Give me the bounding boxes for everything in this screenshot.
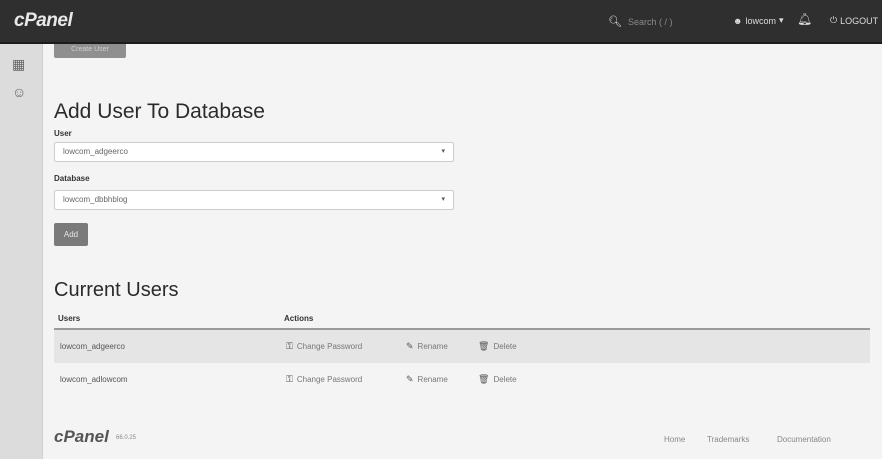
pencil-icon: ✎ bbox=[406, 374, 414, 384]
cpanel-logo[interactable]: cPanel bbox=[14, 10, 73, 32]
search-icon: 🔍︎ bbox=[608, 16, 622, 28]
notifications-bell-icon[interactable]: 🔔︎ bbox=[797, 12, 812, 26]
change-password-label: Change Password bbox=[296, 375, 363, 384]
top-bar: cPanel 🔍︎ Search ( / ) ☻ lowcom ▾ 🔔︎ ⏻︎ … bbox=[0, 0, 882, 44]
chevron-down-icon: ▾ bbox=[441, 196, 445, 203]
users-icon[interactable]: ☺ bbox=[12, 84, 26, 100]
footer-link-trademarks[interactable]: Trademarks bbox=[707, 435, 749, 444]
chevron-down-icon: ▾ bbox=[779, 15, 784, 25]
current-users-title: Current Users bbox=[54, 279, 179, 301]
logout-label: LOGOUT bbox=[840, 15, 879, 26]
delete-label: Delete bbox=[493, 342, 517, 351]
footer-cpanel-logo[interactable]: cPanel bbox=[54, 427, 109, 447]
table-header: Users Actions bbox=[54, 310, 870, 330]
search-placeholder[interactable]: Search ( / ) bbox=[628, 17, 673, 27]
power-icon: ⏻︎ bbox=[830, 15, 838, 25]
user-name-cell: lowcom_adlowcom bbox=[60, 375, 128, 384]
footer-link-home[interactable]: Home bbox=[664, 435, 685, 444]
main-content: Create User Add User To Database User lo… bbox=[42, 44, 882, 459]
key-icon: ⚿︎ bbox=[286, 341, 293, 351]
rename-label: Rename bbox=[417, 375, 448, 384]
sidebar: ▦ ☺ bbox=[0, 44, 43, 459]
change-password-link[interactable]: ⚿︎ Change Password bbox=[286, 374, 362, 385]
change-password-label: Change Password bbox=[296, 342, 363, 351]
user-menu[interactable]: ☻ lowcom ▾ bbox=[733, 15, 784, 26]
delete-link[interactable]: 🗑︎ Delete bbox=[478, 374, 517, 385]
user-select-value: lowcom_adgeerco bbox=[63, 147, 128, 156]
change-password-link[interactable]: ⚿︎ Change Password bbox=[286, 341, 362, 352]
database-select-value: lowcom_dbbhblog bbox=[63, 195, 128, 204]
user-select[interactable]: lowcom_adgeerco ▾ bbox=[54, 142, 454, 162]
rename-link[interactable]: ✎ Rename bbox=[406, 341, 448, 352]
chevron-down-icon: ▾ bbox=[441, 148, 445, 155]
footer-link-documentation[interactable]: Documentation bbox=[777, 435, 831, 444]
rename-link[interactable]: ✎ Rename bbox=[406, 374, 448, 385]
username-label: lowcom bbox=[745, 15, 776, 26]
rename-label: Rename bbox=[417, 342, 448, 351]
database-field-label: Database bbox=[54, 174, 90, 183]
add-user-to-database-title: Add User To Database bbox=[54, 100, 265, 123]
delete-label: Delete bbox=[493, 375, 517, 384]
user-name-cell: lowcom_adgeerco bbox=[60, 342, 125, 351]
footer-version: 66.0.25 bbox=[116, 435, 137, 441]
user-icon: ☻ bbox=[733, 15, 743, 26]
delete-link[interactable]: 🗑︎ Delete bbox=[478, 341, 517, 352]
trash-icon: 🗑︎ bbox=[478, 374, 490, 384]
table-row: lowcom_adlowcom ⚿︎ Change Password ✎ Ren… bbox=[54, 363, 870, 396]
key-icon: ⚿︎ bbox=[286, 374, 293, 384]
grid-menu-icon[interactable]: ▦ bbox=[12, 56, 25, 73]
users-table: Users Actions lowcom_adgeerco ⚿︎ Change … bbox=[54, 310, 870, 396]
users-column-header: Users bbox=[58, 314, 81, 323]
user-field-label: User bbox=[54, 129, 72, 138]
search-box[interactable]: 🔍︎ Search ( / ) bbox=[608, 15, 672, 28]
add-button[interactable]: Add bbox=[54, 223, 88, 246]
table-row: lowcom_adgeerco ⚿︎ Change Password ✎ Ren… bbox=[54, 330, 870, 363]
actions-column-header: Actions bbox=[284, 314, 314, 323]
trash-icon: 🗑︎ bbox=[478, 341, 490, 351]
logout-button[interactable]: ⏻︎ LOGOUT bbox=[830, 15, 878, 26]
pencil-icon: ✎ bbox=[406, 341, 414, 351]
create-user-button[interactable]: Create User bbox=[54, 44, 126, 58]
database-select[interactable]: lowcom_dbbhblog ▾ bbox=[54, 190, 454, 210]
